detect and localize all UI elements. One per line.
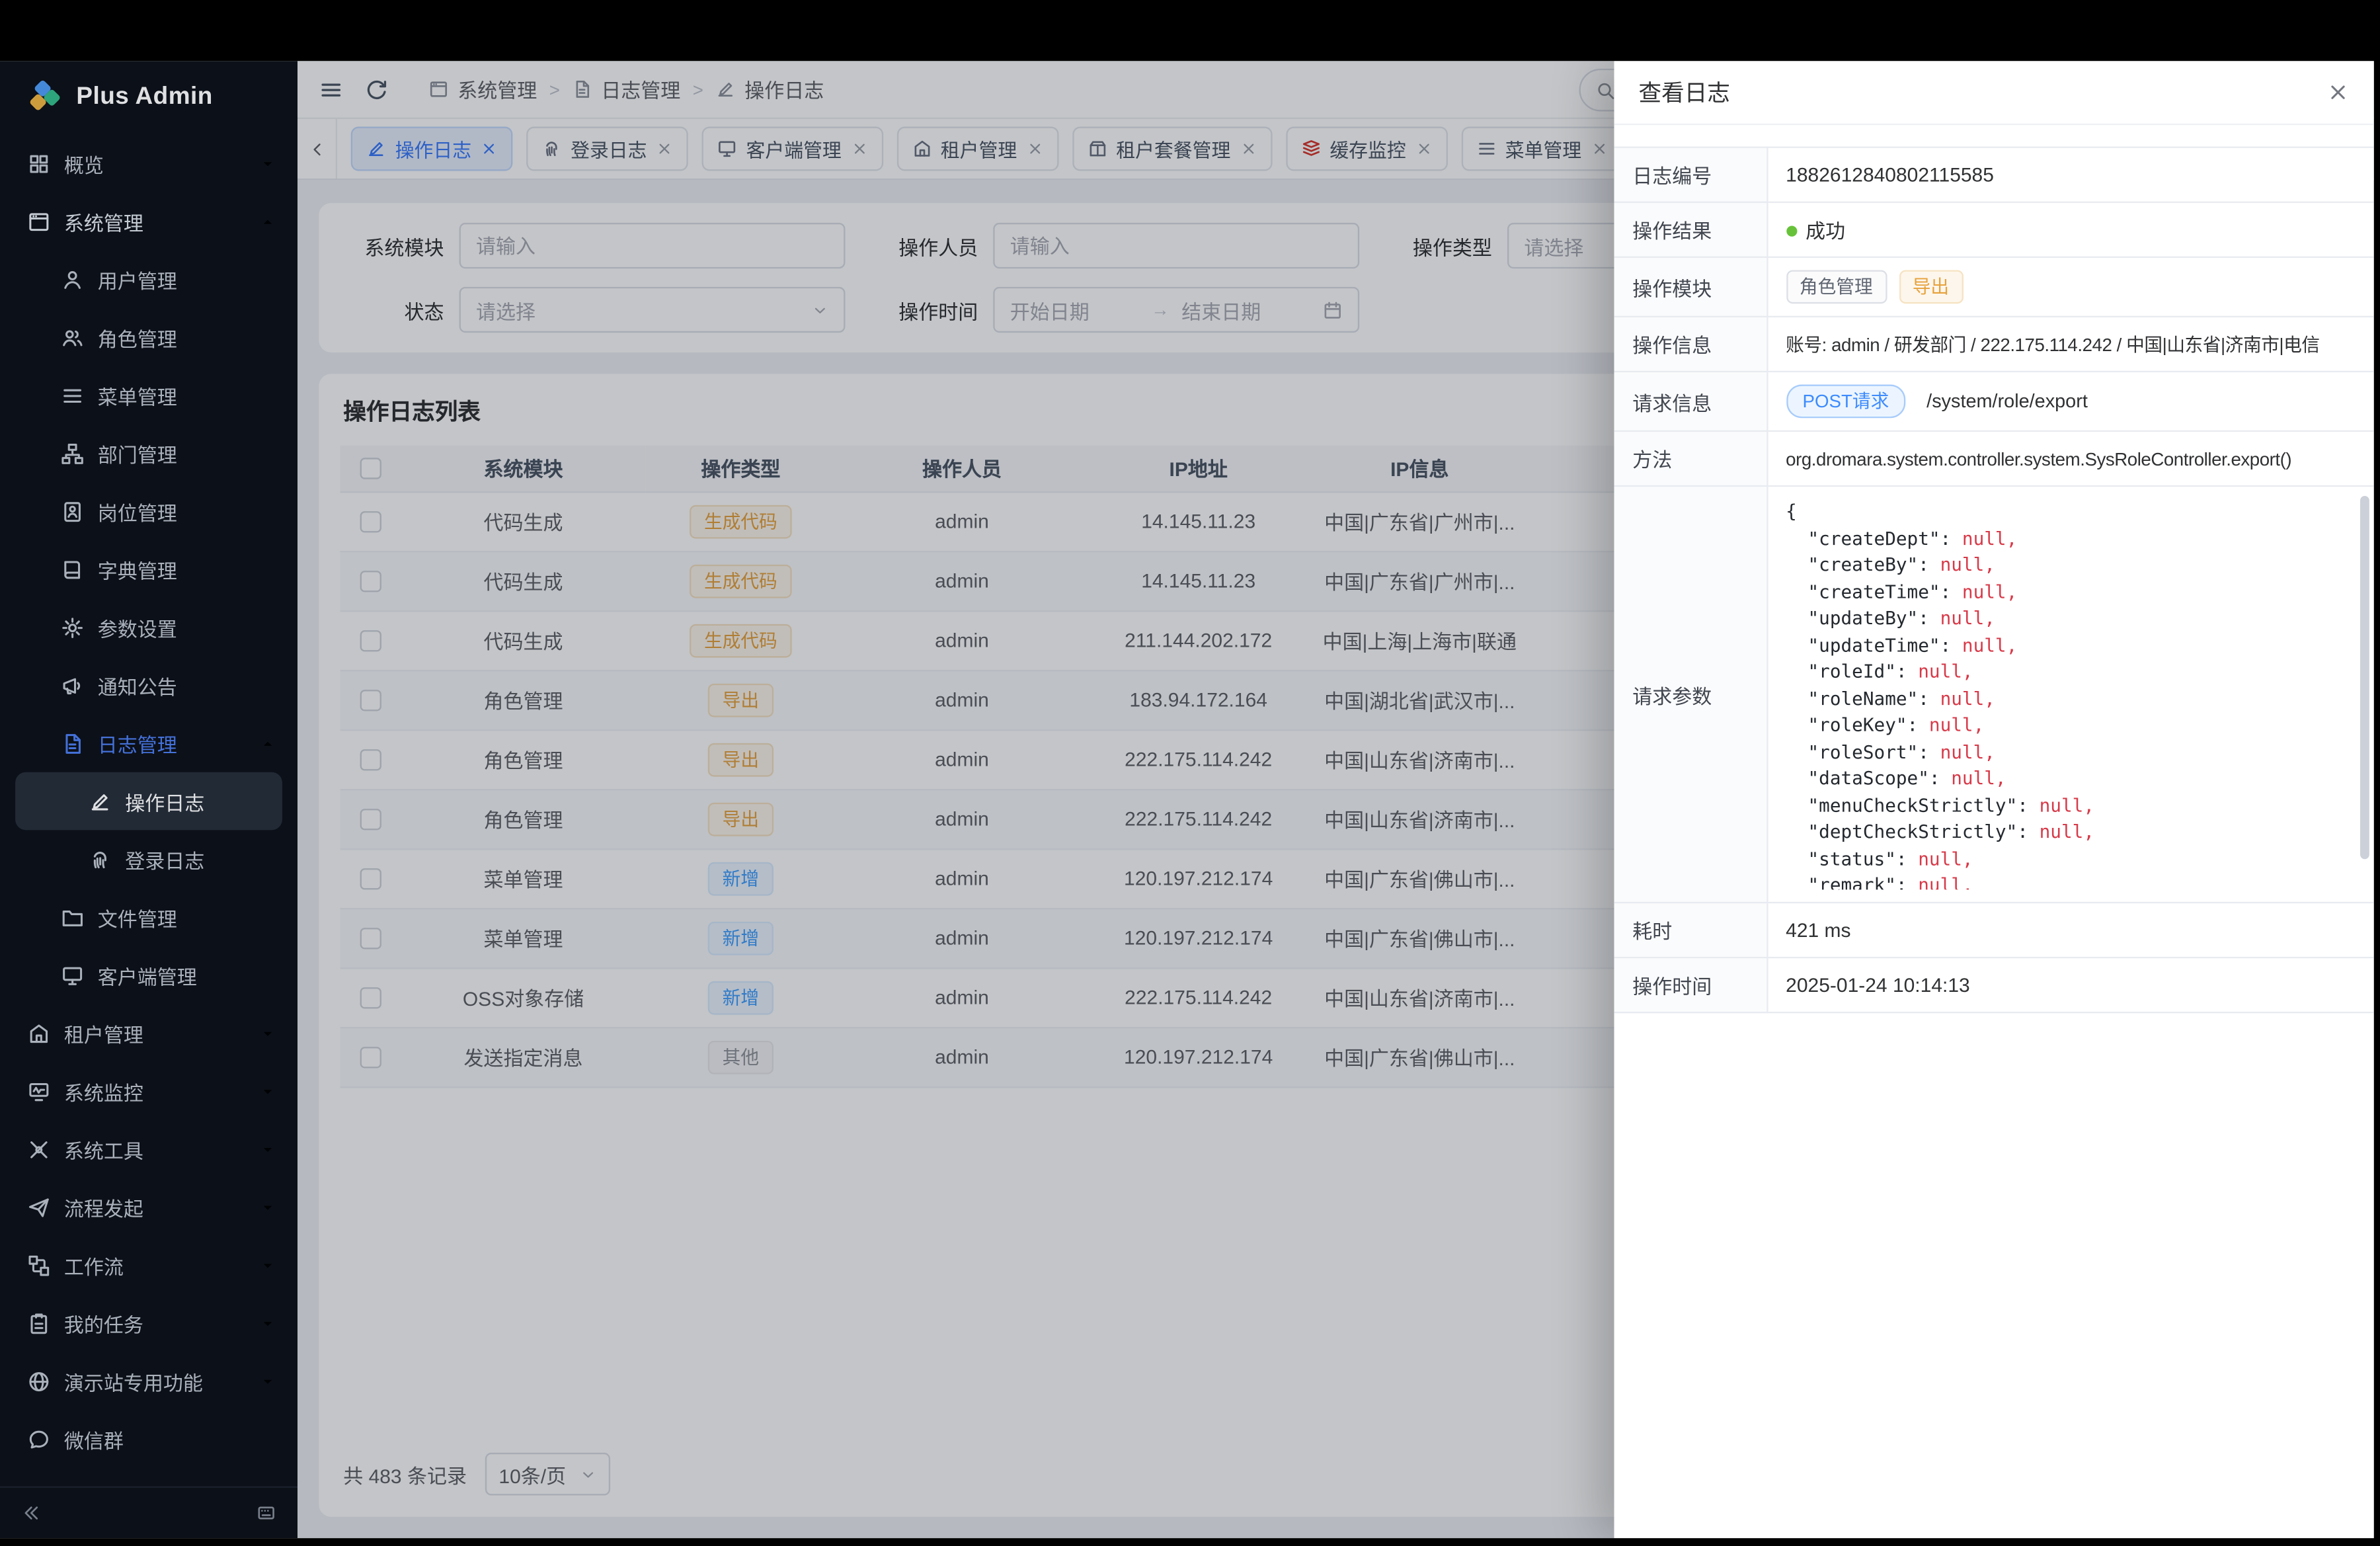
action-tag: 导出 xyxy=(1899,270,1963,304)
close-icon[interactable] xyxy=(2326,81,2350,104)
view-log-drawer: 查看日志 日志编号 1882612840802115585 操作结果 成功 操作… xyxy=(1614,61,2374,1538)
screen: Plus Admin 概览 系统管理 用户管理 角色管理 菜单管理 部门管理 岗… xyxy=(0,0,2380,1546)
request-url: /system/role/export xyxy=(1926,391,2088,412)
time-value: 2025-01-24 10:14:13 xyxy=(1766,957,2373,1012)
row-log-id: 日志编号 1882612840802115585 xyxy=(1614,147,2374,202)
method-value: org.dromara.system.controller.system.Sys… xyxy=(1766,431,2373,486)
app-window: Plus Admin 概览 系统管理 用户管理 角色管理 菜单管理 部门管理 岗… xyxy=(0,61,2374,1538)
row-params: 请求参数 { "createDept": null, "createBy": n… xyxy=(1614,486,2374,903)
row-module: 操作模块 角色管理 导出 xyxy=(1614,257,2374,317)
row-request: 请求信息 POST请求 /system/role/export xyxy=(1614,372,2374,431)
duration-value: 421 ms xyxy=(1766,903,2373,957)
module-tag: 角色管理 xyxy=(1786,270,1886,304)
scrollbar-thumb[interactable] xyxy=(2360,496,2369,859)
drawer-title: 查看日志 xyxy=(1638,76,1729,108)
info-value: 账号: admin / 研发部门 / 222.175.114.242 / 中国|… xyxy=(1766,317,2373,372)
drawer-body: 日志编号 1882612840802115585 操作结果 成功 操作模块 角色… xyxy=(1614,125,2374,1538)
row-method: 方法 org.dromara.system.controller.system.… xyxy=(1614,431,2374,486)
log-id-value: 1882612840802115585 xyxy=(1766,147,2373,202)
log-detail-table: 日志编号 1882612840802115585 操作结果 成功 操作模块 角色… xyxy=(1614,147,2374,1014)
request-value: POST请求 /system/role/export xyxy=(1766,372,2373,431)
row-result: 操作结果 成功 xyxy=(1614,202,2374,257)
drawer-header: 查看日志 xyxy=(1614,61,2374,125)
result-value: 成功 xyxy=(1766,202,2373,257)
row-time: 操作时间 2025-01-24 10:14:13 xyxy=(1614,957,2374,1012)
row-info: 操作信息 账号: admin / 研发部门 / 222.175.114.242 … xyxy=(1614,317,2374,372)
params-value: { "createDept": null, "createBy": null, … xyxy=(1766,486,2373,903)
success-dot xyxy=(1786,226,1796,237)
row-duration: 耗时 421 ms xyxy=(1614,903,2374,957)
json-params-code: { "createDept": null, "createBy": null, … xyxy=(1786,499,2356,890)
post-method-tag: POST请求 xyxy=(1786,385,1906,419)
module-value: 角色管理 导出 xyxy=(1766,257,2373,317)
